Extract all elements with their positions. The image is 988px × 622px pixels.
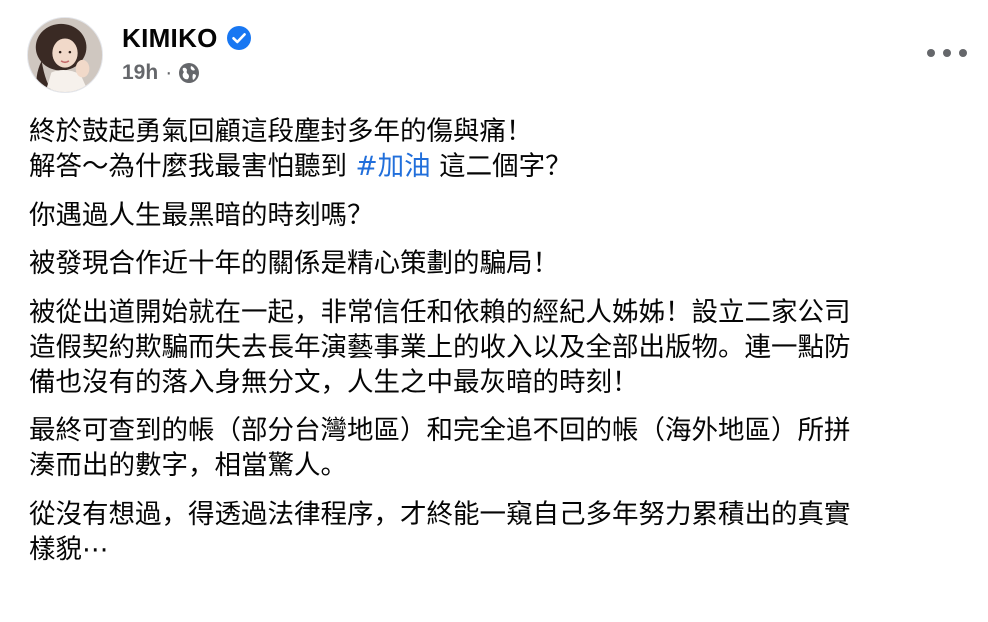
- more-dot: [943, 49, 951, 57]
- post-line: 你遇過人生最黑暗的時刻嗎？: [29, 199, 374, 231]
- post-text: 終於鼓起勇氣回顧這段塵封多年的傷與痛！ 解答～為什麼我最害怕聽到 #加油 這二個…: [29, 114, 964, 580]
- post-line: 湊而出的數字，相當驚人。: [29, 450, 347, 481]
- more-dot: [927, 49, 935, 57]
- more-dot: [959, 49, 967, 57]
- post-paragraph-5: 最終可查到的帳（部分台灣地區）和完全追不回的帳（海外地區）所拼 湊而出的數字，相…: [29, 413, 964, 483]
- post-line: 從沒有想過，得透過法律程序，才終能一窺自己多年努力累積出的真實: [29, 498, 851, 530]
- post-paragraph-4: 被從出道開始就在一起，非常信任和依賴的經紀人姊姊！設立二家公司 造假契約欺騙而失…: [29, 295, 964, 400]
- avatar[interactable]: [27, 17, 103, 93]
- more-options-icon[interactable]: [927, 39, 967, 67]
- post-line: 被從出道開始就在一起，非常信任和依賴的經紀人姊姊！設立二家公司: [29, 296, 851, 328]
- author-row: KIMIKO: [122, 21, 252, 55]
- post-meta: 19h ·: [122, 59, 252, 87]
- post-line: 終於鼓起勇氣回顧這段塵封多年的傷與痛！: [29, 116, 533, 147]
- post-paragraph-1: 終於鼓起勇氣回顧這段塵封多年的傷與痛！ 解答～為什麼我最害怕聽到 #加油 這二個…: [29, 114, 964, 184]
- avatar-photo: [28, 18, 102, 92]
- hashtag-link[interactable]: #加油: [355, 151, 430, 182]
- post-line: 造假契約欺騙而失去長年演藝事業上的收入以及全部出版物。連一點防: [29, 331, 851, 363]
- post-paragraph-3: 被發現合作近十年的關係是精心策劃的騙局！: [29, 246, 964, 281]
- post-paragraph-2: 你遇過人生最黑暗的時刻嗎？: [29, 198, 964, 233]
- post-line-segment: 解答～為什麼我最害怕聽到: [29, 151, 356, 182]
- post-line-segment: 這二個字？: [430, 151, 572, 182]
- post-paragraph-6: 從沒有想過，得透過法律程序，才終能一窺自己多年努力累積出的真實 樣貌⋯: [29, 497, 964, 567]
- globe-icon[interactable]: [178, 62, 200, 84]
- author-block: KIMIKO 19h ·: [122, 21, 252, 87]
- verified-badge-icon: [226, 25, 252, 51]
- post-line: 被發現合作近十年的關係是精心策劃的騙局！: [29, 248, 559, 279]
- post-line: 備也沒有的落入身無分文，人生之中最灰暗的時刻！: [29, 366, 639, 398]
- post-line: 解答～為什麼我最害怕聽到 #加油 這二個字？: [29, 149, 964, 184]
- meta-separator: ·: [165, 61, 173, 84]
- author-name[interactable]: KIMIKO: [122, 23, 218, 54]
- post-line: 樣貌⋯: [29, 533, 109, 565]
- post-line: 最終可查到的帳（部分台灣地區）和完全追不回的帳（海外地區）所拼: [29, 415, 851, 446]
- post-header: KIMIKO 19h ·: [27, 17, 967, 93]
- timestamp[interactable]: 19h: [122, 61, 158, 85]
